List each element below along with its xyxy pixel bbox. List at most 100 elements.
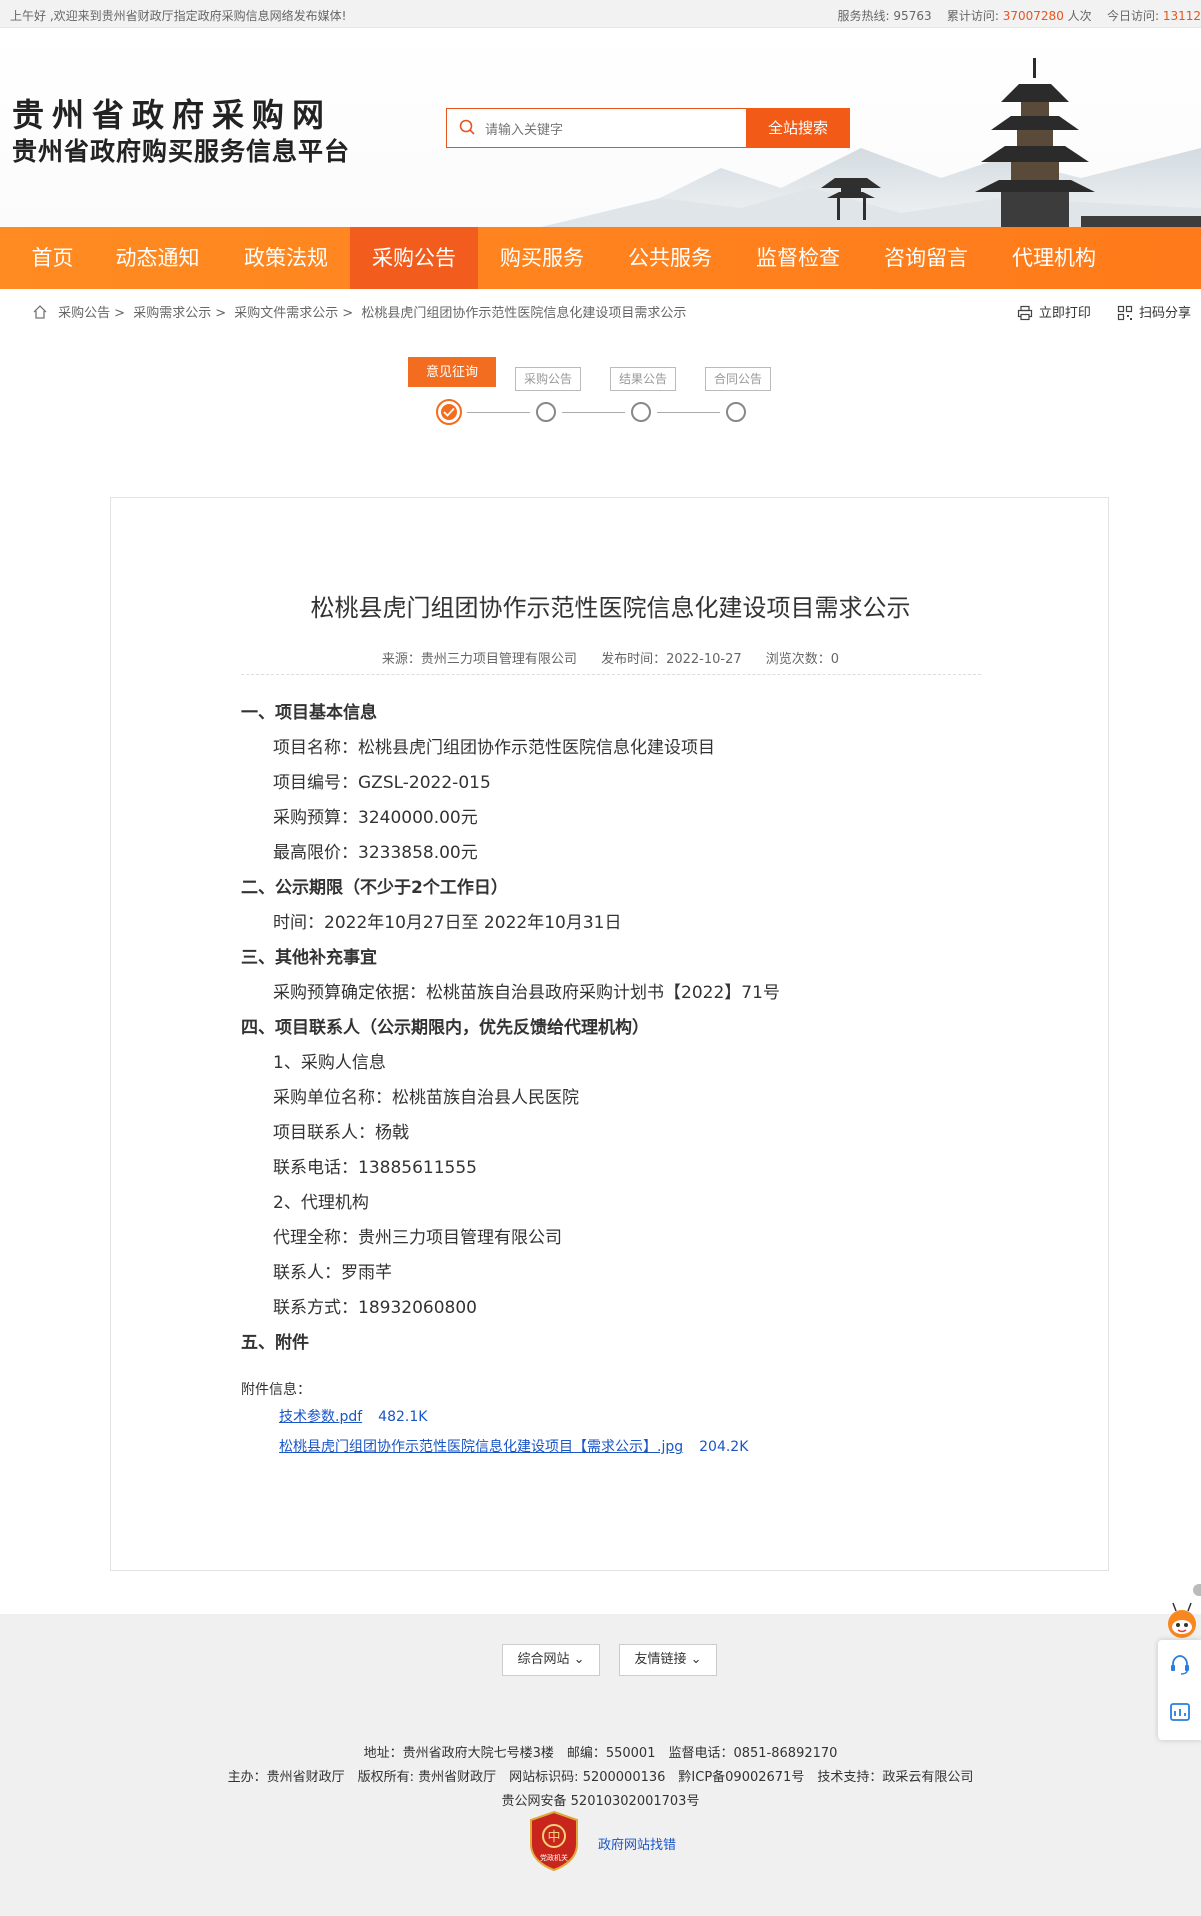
report-error-link[interactable]: 政府网站找错 <box>598 1834 676 1853</box>
meta-divider <box>241 674 981 675</box>
bee-mascot-icon[interactable] <box>1164 1600 1201 1640</box>
breadcrumb-procurement-notices[interactable]: 采购公告 <box>58 306 110 321</box>
article-card: 松桃县虎门组团协作示范性医院信息化建设项目需求公示 来源：贵州三力项目管理有限公… <box>110 497 1109 1571</box>
section-line: 采购预算：3240000.00元 <box>273 808 478 828</box>
main-nav: 首页 动态通知 政策法规 采购公告 购买服务 公共服务 监督检查 咨询留言 代理… <box>0 227 1201 289</box>
attachment-item: 技术参数.pdf 482.1K <box>241 1402 748 1432</box>
float-collapse-handle[interactable] <box>1193 1584 1201 1596</box>
nav-consultation[interactable]: 咨询留言 <box>862 227 990 289</box>
step-label-procurement[interactable]: 采购公告 <box>515 367 581 391</box>
attachments: 附件信息： 技术参数.pdf 482.1K 松桃县虎门组团协作示范性医院信息化建设… <box>241 1378 748 1462</box>
section-heading: 五、附件 <box>241 1333 309 1353</box>
check-icon <box>443 407 455 417</box>
page-tools: 立即打印 扫码分享 <box>995 302 1191 321</box>
section-heading: 四、项目联系人（公示期限内，优先反馈给代理机构） <box>241 1018 649 1038</box>
section-line: 采购单位名称：松桃苗族自治县人民医院 <box>273 1088 579 1108</box>
svg-text:中: 中 <box>547 1830 560 1845</box>
article-source: 来源：贵州三力项目管理有限公司 <box>381 652 577 667</box>
hotline-number: 95763 <box>893 9 932 23</box>
breadcrumb-document-demand[interactable]: 采购文件需求公示 <box>234 306 338 321</box>
site-title[interactable]: 贵州省政府采购网 <box>12 90 332 136</box>
site-header: 贵州省政府采购网 贵州省政府购买服务信息平台 全站搜索 <box>0 28 1201 227</box>
step-dot-consultation-done <box>436 399 462 425</box>
article-date: 发布时间：2022-10-27 <box>601 652 742 667</box>
total-visits-count: 37007280 <box>1002 9 1064 23</box>
visit-stats: 服务热线: 95763 累计访问: 37007280 人次 今日访问: 1311… <box>838 7 1201 24</box>
section-line: 1、采购人信息 <box>273 1053 386 1073</box>
nav-purchase-services[interactable]: 购买服务 <box>478 227 606 289</box>
section-heading: 二、公示期限（不少于2个工作日） <box>241 878 508 898</box>
welcome-text: 上午好 ,欢迎来到贵州省财政厅指定政府采购信息网络发布媒体! <box>10 9 347 23</box>
section-heading: 一、项目基本信息 <box>241 703 377 723</box>
step-connector <box>562 412 625 413</box>
attachment-size: 204.2K <box>699 1439 749 1455</box>
section-line: 项目编号：GZSL-2022-015 <box>273 773 491 793</box>
today-visits-count: 13112 <box>1162 9 1201 23</box>
nav-home[interactable]: 首页 <box>0 227 105 289</box>
site-subtitle: 贵州省政府购买服务信息平台 <box>12 137 351 166</box>
pavilion-landscape-illustration <box>541 58 1201 227</box>
badge-text: 党政机关 <box>540 1853 568 1862</box>
section-line: 联系方式：18932060800 <box>273 1298 477 1318</box>
step-dot-contract <box>726 402 746 422</box>
article-meta: 来源：贵州三力项目管理有限公司 发布时间：2022-10-27 浏览次数：0 <box>111 648 1110 667</box>
article-views: 浏览次数：0 <box>765 652 840 667</box>
section-line: 联系人：罗雨芊 <box>273 1263 392 1283</box>
footer-police-record[interactable]: 贵公网安备 52010302001703号 <box>0 1790 1201 1809</box>
step-label-consultation[interactable]: 意见征询 <box>408 357 496 387</box>
section-line: 采购预算确定依据：松桃苗族自治县政府采购计划书【2022】71号 <box>273 983 780 1003</box>
article-title: 松桃县虎门组团协作示范性医院信息化建设项目需求公示 <box>310 594 911 622</box>
chevron-down-icon: ⌄ <box>573 1652 585 1667</box>
total-visits-unit: 人次 <box>1067 9 1092 23</box>
nav-procurement-notices[interactable]: 采购公告 <box>350 227 478 289</box>
print-label: 立即打印 <box>1038 306 1091 321</box>
step-label-contract[interactable]: 合同公告 <box>705 367 771 391</box>
print-button[interactable]: 立即打印 <box>1017 302 1091 321</box>
feedback-icon[interactable] <box>1169 1702 1191 1724</box>
nav-policy[interactable]: 政策法规 <box>210 227 362 289</box>
attachment-size: 482.1K <box>378 1409 428 1425</box>
section-line: 代理全称：贵州三力项目管理有限公司 <box>273 1228 562 1248</box>
home-icon[interactable] <box>32 304 48 320</box>
section-line: 2、代理机构 <box>273 1193 369 1213</box>
sites-dropdown[interactable]: 综合网站 ⌄ <box>502 1644 600 1676</box>
article-body: 一、项目基本信息 项目名称：松桃县虎门组团协作示范性医院信息化建设项目 项目编号：G… <box>241 696 981 1361</box>
share-label: 扫码分享 <box>1138 306 1191 321</box>
qr-code-icon <box>1117 305 1133 321</box>
attachment-link[interactable]: 技术参数.pdf <box>279 1409 362 1425</box>
nav-agencies[interactable]: 代理机构 <box>990 227 1118 289</box>
site-footer: 综合网站 ⌄ 友情链接 ⌄ 地址：贵州省政府大院七号楼3楼 邮编：550001 … <box>0 1614 1201 1916</box>
printer-icon <box>1017 305 1032 321</box>
step-connector <box>467 412 530 413</box>
section-line: 项目联系人：杨戟 <box>273 1123 409 1143</box>
customer-service-icon[interactable] <box>1169 1654 1191 1676</box>
search-icon <box>459 119 475 135</box>
nav-public-services[interactable]: 公共服务 <box>606 227 734 289</box>
government-badge-icon[interactable]: 中 党政机关 <box>527 1810 581 1872</box>
section-heading: 三、其他补充事宜 <box>241 948 377 968</box>
attachments-label: 附件信息： <box>241 1382 311 1398</box>
step-connector <box>657 412 720 413</box>
share-button[interactable]: 扫码分享 <box>1117 302 1191 321</box>
links-dropdown-label: 友情链接 <box>634 1652 687 1667</box>
breadcrumb-demand-notices[interactable]: 采购需求公示 <box>133 306 211 321</box>
section-line: 联系电话：13885611555 <box>273 1158 477 1178</box>
footer-address: 地址：贵州省政府大院七号楼3楼 邮编：550001 监督电话：0851-8689… <box>363 1746 838 1761</box>
total-visits-label: 累计访问: <box>946 9 999 23</box>
step-dot-result <box>631 402 651 422</box>
footer-copyright: 主办：贵州省财政厅 版权所有: 贵州省财政厅 网站标识码: 5200000136… <box>227 1770 974 1785</box>
breadcrumb-current: 松桃县虎门组团协作示范性医院信息化建设项目需求公示 <box>361 306 687 321</box>
nav-news[interactable]: 动态通知 <box>105 227 210 289</box>
attachment-item: 松桃县虎门组团协作示范性医院信息化建设项目【需求公示】.jpg 204.2K <box>241 1432 748 1462</box>
attachment-link[interactable]: 松桃县虎门组团协作示范性医院信息化建设项目【需求公示】.jpg <box>279 1439 683 1455</box>
today-visits-label: 今日访问: <box>1106 9 1159 23</box>
step-dot-procurement <box>536 402 556 422</box>
step-label-result[interactable]: 结果公告 <box>610 367 676 391</box>
float-service-panel <box>1158 1640 1201 1740</box>
section-line: 时间：2022年10月27日至 2022年10月31日 <box>273 913 622 933</box>
breadcrumb: 采购公告 > 采购需求公示 > 采购文件需求公示 > 松桃县虎门组团协作示范性医院信息… <box>32 302 686 321</box>
section-line: 最高限价：3233858.00元 <box>273 843 478 863</box>
links-dropdown[interactable]: 友情链接 ⌄ <box>619 1644 717 1676</box>
hotline-label: 服务热线: <box>837 9 890 23</box>
nav-supervision[interactable]: 监督检查 <box>734 227 862 289</box>
